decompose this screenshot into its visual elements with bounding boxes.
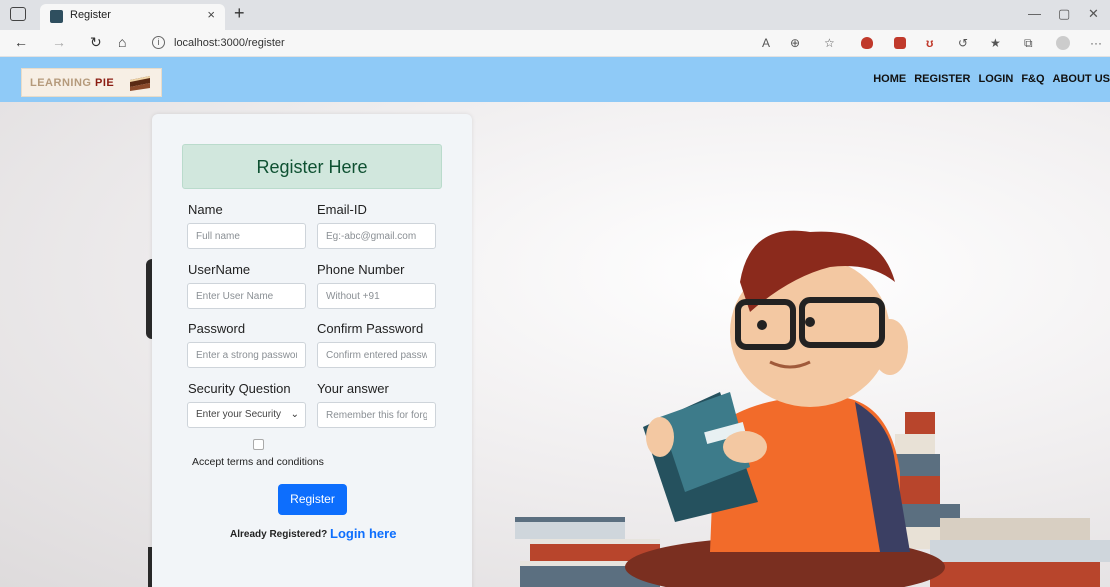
favorites-icon[interactable]: ★	[990, 36, 1001, 50]
cake-icon	[130, 76, 150, 91]
extension-icon[interactable]: ʊ	[926, 36, 933, 50]
login-here-link[interactable]: Login here	[330, 526, 396, 541]
nav-login[interactable]: LOGIN	[978, 73, 1013, 85]
collections-icon[interactable]: ⧉	[1024, 36, 1033, 51]
name-label: Name	[188, 202, 223, 217]
logo-text: LEARNING PIE	[30, 77, 115, 89]
tab-title: Register	[70, 9, 111, 21]
security-question-value: Enter your Security	[196, 409, 282, 420]
student-reading-illustration	[515, 230, 1110, 587]
site-logo[interactable]: LEARNING PIE	[21, 68, 162, 97]
more-options-icon[interactable]: ···	[1090, 36, 1102, 50]
nav-faq[interactable]: F&Q	[1021, 73, 1044, 85]
main-nav: HOME REGISTER LOGIN F&Q ABOUT US	[873, 73, 1110, 85]
answer-label: Your answer	[317, 381, 389, 396]
nav-register[interactable]: REGISTER	[914, 73, 970, 85]
minimize-icon[interactable]: —	[1028, 6, 1041, 21]
password-field[interactable]	[187, 342, 306, 368]
already-registered-text: Already Registered?	[230, 529, 328, 540]
register-button[interactable]: Register	[278, 484, 347, 515]
security-question-label: Security Question	[188, 381, 291, 396]
new-tab-icon[interactable]: +	[234, 3, 245, 24]
chevron-down-icon: ⌄	[290, 409, 299, 420]
password-label: Password	[188, 321, 246, 336]
favorite-add-icon[interactable]: ☆	[824, 36, 835, 50]
terms-label: Accept terms and conditions	[192, 456, 324, 468]
email-label: Email-ID	[317, 202, 367, 217]
restore-icon[interactable]: ▢	[1058, 6, 1070, 22]
register-card: Register Here Name Email-ID UserName Pho…	[152, 114, 472, 587]
nav-home[interactable]: HOME	[873, 73, 906, 85]
site-info-icon[interactable]: i	[152, 36, 165, 49]
profile-avatar-icon[interactable]	[1056, 36, 1070, 50]
zoom-icon[interactable]: ⊕	[790, 36, 800, 50]
answer-field[interactable]	[317, 402, 436, 428]
tab-favicon-icon	[50, 10, 63, 23]
url-field[interactable]: localhost:3000/register	[174, 37, 285, 49]
refresh-icon[interactable]: ↻	[90, 34, 102, 51]
username-label: UserName	[188, 262, 251, 277]
home-icon[interactable]: ⌂	[118, 34, 126, 50]
nav-about-us[interactable]: ABOUT US	[1053, 73, 1110, 85]
phone-label: Phone Number	[317, 262, 405, 277]
read-aloud-icon[interactable]: A	[762, 36, 770, 50]
close-window-icon[interactable]: ✕	[1088, 6, 1099, 22]
media-extension-icon[interactable]	[894, 37, 906, 49]
tab-close-icon[interactable]: ×	[207, 7, 215, 22]
forward-icon[interactable]: →	[52, 34, 66, 50]
name-field[interactable]	[187, 223, 306, 249]
back-icon[interactable]: ←	[14, 34, 28, 50]
address-bar: ← → ↻ ⌂ i localhost:3000/register A ⊕ ☆ …	[0, 30, 1110, 57]
confirm-password-field[interactable]	[317, 342, 436, 368]
security-question-select[interactable]: Enter your Security ⌄	[187, 402, 306, 428]
confirm-password-label: Confirm Password	[317, 321, 424, 336]
browser-tab-bar: Register × + — ▢ ✕	[0, 0, 1110, 30]
browser-tab[interactable]: Register ×	[40, 4, 225, 30]
collections-sync-icon[interactable]: ↺	[958, 36, 968, 50]
phone-field[interactable]	[317, 283, 436, 309]
tab-actions-icon[interactable]	[10, 7, 26, 21]
register-title: Register Here	[182, 144, 442, 189]
terms-checkbox[interactable]	[253, 439, 264, 450]
email-field[interactable]	[317, 223, 436, 249]
username-field[interactable]	[187, 283, 306, 309]
shield-extension-icon[interactable]	[861, 37, 873, 49]
